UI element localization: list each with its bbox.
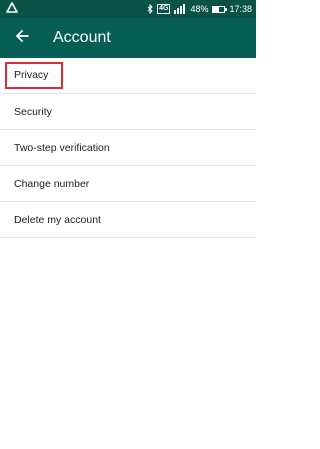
clock: 17:38 [229, 4, 252, 14]
back-button[interactable] [10, 26, 34, 50]
network-type: 4G [157, 4, 171, 14]
bluetooth-icon [147, 4, 153, 14]
status-bar: 4G 48% 17:38 [0, 0, 256, 18]
menu-item-delete-account[interactable]: Delete my account [0, 202, 256, 238]
battery-icon [212, 5, 228, 13]
menu-item-security[interactable]: Security [0, 94, 256, 130]
menu-item-label: Delete my account [14, 213, 101, 226]
menu-item-privacy[interactable]: Privacy [0, 58, 256, 94]
app-toolbar: Account [0, 18, 256, 58]
battery-percent: 48% [190, 4, 209, 14]
account-settings-list: Privacy Security Two-step verification C… [0, 58, 256, 238]
drive-icon [6, 2, 18, 14]
menu-item-label: Privacy [4, 62, 64, 89]
page-title: Account [53, 29, 111, 46]
menu-item-label: Change number [14, 177, 90, 190]
arrow-left-icon [15, 29, 29, 48]
signal-icon [174, 4, 186, 14]
menu-item-change-number[interactable]: Change number [0, 166, 256, 202]
menu-item-label: Two-step verification [14, 141, 110, 154]
menu-item-label: Security [14, 105, 52, 118]
menu-item-two-step-verification[interactable]: Two-step verification [0, 130, 256, 166]
